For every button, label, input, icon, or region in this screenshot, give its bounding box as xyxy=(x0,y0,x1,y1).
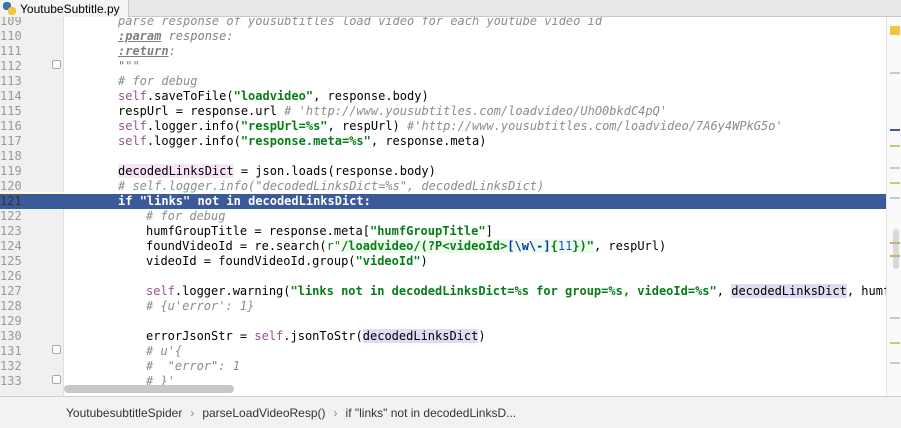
warning-indicator-icon[interactable] xyxy=(890,26,900,35)
stripe-mark[interactable] xyxy=(890,72,900,74)
line-number: 121 xyxy=(0,194,22,208)
code-text: self.logger.warning("links not in decode… xyxy=(146,284,901,298)
stripe-mark[interactable] xyxy=(890,129,900,131)
code-text: errorJsonStr = self.jsonToStr(decodedLin… xyxy=(146,329,486,343)
code-line[interactable]: 110 :param response: xyxy=(0,29,886,44)
line-number: 133 xyxy=(0,374,22,388)
code-text: # for debug xyxy=(118,74,198,88)
breadcrumb-method[interactable]: parseLoadVideoResp() xyxy=(202,406,325,420)
breadcrumb-class[interactable]: YoutubesubtitleSpider xyxy=(66,406,182,420)
code-line[interactable]: 113 # for debug xyxy=(0,74,886,89)
line-number: 128 xyxy=(0,299,22,313)
code-text: :param response: xyxy=(118,29,234,43)
code-line[interactable]: 131 # u'{ xyxy=(0,344,886,359)
code-line[interactable]: 119 decodedLinksDict = json.loads(respon… xyxy=(0,164,886,179)
code-line[interactable]: 112 """ xyxy=(0,59,886,74)
code-line[interactable]: 128 # {u'error': 1} xyxy=(0,299,886,314)
code-text: self.logger.info("respUrl=%s", respUrl) … xyxy=(118,119,783,133)
error-stripe-scrollbar[interactable] xyxy=(886,17,901,396)
line-number: 117 xyxy=(0,134,22,148)
stripe-mark[interactable] xyxy=(890,182,900,184)
code-line[interactable]: 109 parse response of yousubtitles load … xyxy=(0,17,886,29)
line-number: 127 xyxy=(0,284,22,298)
line-number: 110 xyxy=(0,29,22,43)
code-line[interactable]: 129 xyxy=(0,314,886,329)
code-text: # self.logger.info("decodedLinksDict=%s"… xyxy=(118,179,545,193)
code-line[interactable]: 115 respUrl = response.url # 'http://www… xyxy=(0,104,886,119)
code-text: # for debug xyxy=(146,209,226,223)
python-file-icon xyxy=(3,2,16,15)
line-number: 130 xyxy=(0,329,22,343)
stripe-mark[interactable] xyxy=(890,317,900,319)
stripe-mark[interactable] xyxy=(890,362,900,364)
code-line[interactable]: 125 videoId = foundVideoId.group("videoI… xyxy=(0,254,886,269)
code-line[interactable]: 111 :return: xyxy=(0,44,886,59)
line-number: 119 xyxy=(0,164,22,178)
line-number: 118 xyxy=(0,149,22,163)
code-line[interactable]: 120 # self.logger.info("decodedLinksDict… xyxy=(0,179,886,194)
code-line[interactable]: 126 xyxy=(0,269,886,284)
code-text: parse response of yousubtitles load vide… xyxy=(118,17,603,28)
line-number: 123 xyxy=(0,224,22,238)
code-line[interactable]: 124 foundVideoId = re.search(r"/loadvide… xyxy=(0,239,886,254)
line-number: 131 xyxy=(0,344,22,358)
code-line[interactable]: 116 self.logger.info("respUrl=%s", respU… xyxy=(0,119,886,134)
line-number: 129 xyxy=(0,314,22,328)
line-number: 132 xyxy=(0,359,22,373)
code-text: humfGroupTitle = response.meta["humfGrou… xyxy=(146,224,493,238)
code-text: """ xyxy=(118,59,140,73)
stripe-mark[interactable] xyxy=(890,342,900,344)
line-number: 120 xyxy=(0,179,22,193)
code-line[interactable]: 132 # "error": 1 xyxy=(0,359,886,374)
code-text: videoId = foundVideoId.group("videoId") xyxy=(146,254,428,268)
line-number: 115 xyxy=(0,104,22,118)
breadcrumb-separator-icon: › xyxy=(333,405,338,420)
breadcrumb: YoutubesubtitleSpider › parseLoadVideoRe… xyxy=(0,396,901,428)
code-text: # {u'error': 1} xyxy=(146,299,255,313)
breadcrumb-separator-icon: › xyxy=(190,405,195,420)
line-number: 111 xyxy=(0,44,22,58)
stripe-mark[interactable] xyxy=(890,197,900,199)
code-line[interactable]: 123 humfGroupTitle = response.meta["humf… xyxy=(0,224,886,239)
line-number: 116 xyxy=(0,119,22,133)
breadcrumb-statement[interactable]: if "links" not in decodedLinksD... xyxy=(346,406,517,420)
tab-title: YoutubeSubtitle.py xyxy=(20,1,120,16)
code-text: # "error": 1 xyxy=(146,359,240,373)
code-text: foundVideoId = re.search(r"/loadvideo/(?… xyxy=(146,239,667,253)
vertical-scrollbar-thumb[interactable] xyxy=(893,229,899,269)
stripe-mark[interactable] xyxy=(890,167,900,169)
code-text: self.saveToFile("loadvideo", response.bo… xyxy=(118,89,429,103)
code-text: decodedLinksDict = json.loads(response.b… xyxy=(118,164,436,178)
stripe-mark[interactable] xyxy=(890,255,900,257)
line-number: 113 xyxy=(0,74,22,88)
line-number: 112 xyxy=(0,59,22,73)
line-number: 126 xyxy=(0,269,22,283)
line-number: 109 xyxy=(0,17,22,28)
line-number: 122 xyxy=(0,209,22,223)
code-editor[interactable]: 109 parse response of yousubtitles load … xyxy=(0,17,901,396)
code-line[interactable]: 118 xyxy=(0,149,886,164)
editor-tab-bar: YoutubeSubtitle.py xyxy=(0,0,901,17)
code-line[interactable]: 122 # for debug xyxy=(0,209,886,224)
code-text: :return: xyxy=(118,44,176,58)
code-line[interactable]: 117 self.logger.info("response.meta=%s",… xyxy=(0,134,886,149)
tab-youtubesubtitle-py[interactable]: YoutubeSubtitle.py xyxy=(0,0,129,17)
stripe-mark[interactable] xyxy=(890,145,900,147)
stripe-mark[interactable] xyxy=(890,242,900,244)
line-number: 114 xyxy=(0,89,22,103)
code-line[interactable]: 114 self.saveToFile("loadvideo", respons… xyxy=(0,89,886,104)
code-text: # u'{ xyxy=(146,344,183,358)
code-line[interactable]: 127 self.logger.warning("links not in de… xyxy=(0,284,901,299)
code-text: self.logger.info("response.meta=%s", res… xyxy=(118,134,487,148)
current-code-line[interactable]: 121 if "links" not in decodedLinksDict: xyxy=(0,194,886,209)
code-text: if "links" not in decodedLinksDict: xyxy=(118,194,371,208)
line-number: 125 xyxy=(0,254,22,268)
code-line[interactable]: 130 errorJsonStr = self.jsonToStr(decode… xyxy=(0,329,886,344)
code-text: respUrl = response.url # 'http://www.you… xyxy=(118,104,668,118)
line-number: 124 xyxy=(0,239,22,253)
horizontal-scrollbar-thumb[interactable] xyxy=(64,385,234,393)
